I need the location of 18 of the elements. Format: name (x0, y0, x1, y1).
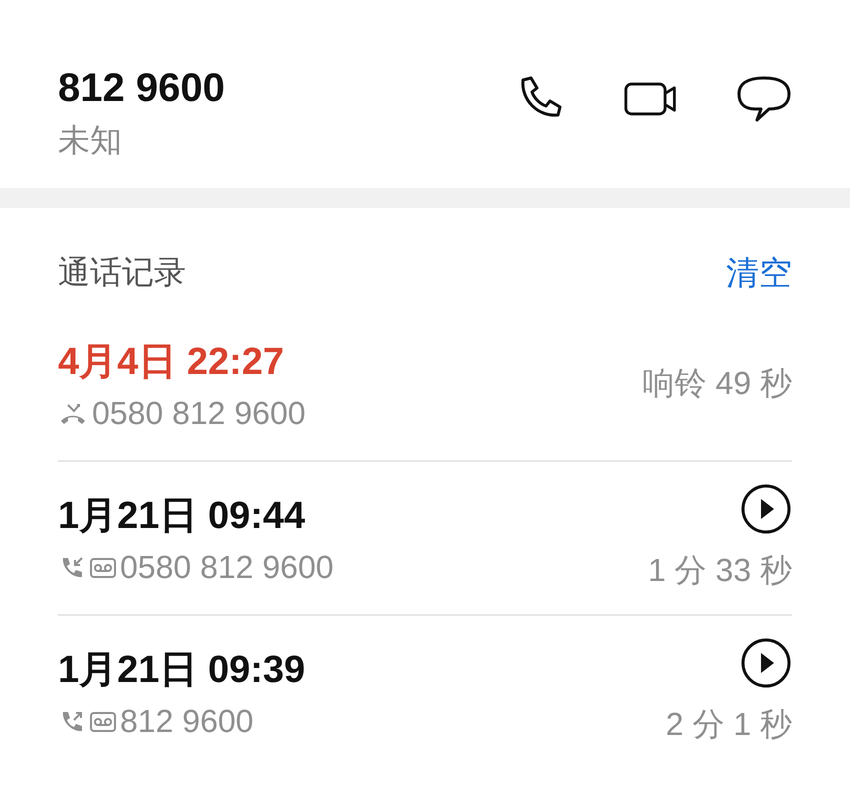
call-number: 0580 812 9600 (120, 549, 334, 586)
call-time: 1月21日 09:39 (58, 648, 306, 693)
play-icon[interactable] (740, 637, 792, 689)
call-time: 1月21日 09:44 (58, 494, 306, 539)
section-title: 通话记录 (58, 253, 186, 292)
contact-label: 未知 (58, 120, 123, 160)
call-row[interactable]: 1月21日 09:39 812 9600 2 分 1 秒 (58, 614, 792, 768)
clear-button[interactable]: 清空 (726, 250, 792, 296)
phone-number: 812 9600 (58, 66, 225, 110)
call-number: 0580 812 9600 (92, 395, 306, 432)
play-icon[interactable] (740, 483, 792, 535)
call-time: 4月4日 22:27 (58, 340, 286, 385)
call-duration: 2 分 1 秒 (666, 705, 792, 744)
call-duration: 响铃 49 秒 (642, 364, 792, 403)
call-number: 812 9600 (120, 703, 254, 740)
call-duration: 1 分 33 秒 (648, 551, 792, 590)
call-row[interactable]: 4月4日 22:27 0580 812 9600 响铃 49 秒 (58, 308, 792, 460)
call-row[interactable]: 1月21日 09:44 0580 812 9600 1 分 33 秒 (58, 460, 792, 614)
